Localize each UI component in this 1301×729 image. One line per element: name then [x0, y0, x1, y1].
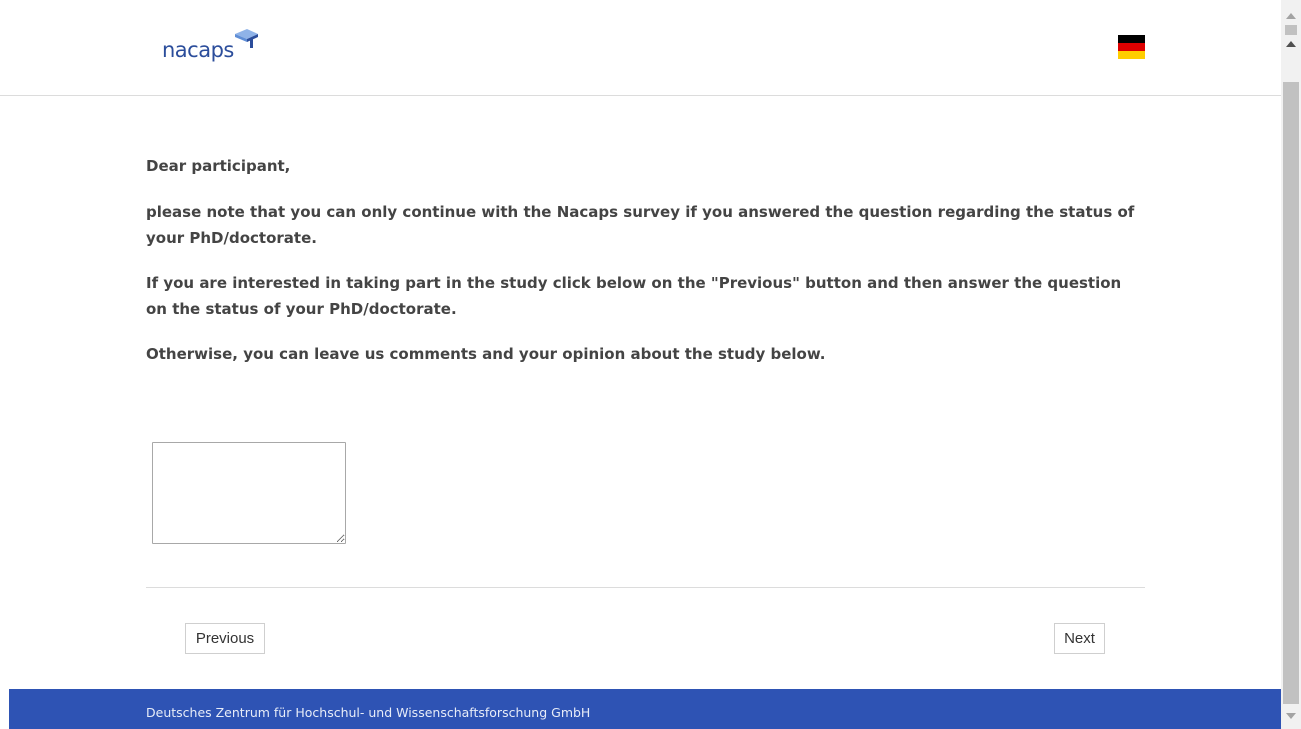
paragraph-previous-instruction: If you are interested in taking part in … [146, 274, 1122, 318]
greeting-text: Dear participant, [146, 157, 291, 175]
next-button[interactable]: Next [1054, 623, 1105, 654]
page-header: nacaps [0, 0, 1281, 96]
comments-textarea[interactable] [152, 442, 346, 544]
viewport: nacaps Dear participant, please note tha… [0, 0, 1301, 729]
scroll-up-arrow-icon[interactable] [1286, 41, 1296, 47]
paragraph-comments-invite: Otherwise, you can leave us comments and… [146, 345, 826, 363]
scroll-mini-thumb[interactable] [1285, 25, 1297, 35]
german-flag-icon[interactable] [1118, 35, 1145, 59]
vertical-scrollbar[interactable] [1281, 0, 1301, 729]
nacaps-logo: nacaps [162, 26, 259, 61]
scroll-thumb[interactable] [1283, 82, 1299, 704]
footer-text: Deutsches Zentrum für Hochschul- und Wis… [146, 705, 591, 720]
scroll-down-arrow-icon[interactable] [1286, 713, 1296, 719]
scroll-up-arrow-icon[interactable] [1286, 13, 1296, 19]
paragraph-continue-note: please note that you can only continue w… [146, 203, 1135, 247]
divider [146, 587, 1145, 588]
survey-page: nacaps Dear participant, please note tha… [0, 0, 1281, 729]
survey-message: Dear participant, please note that you c… [146, 153, 1146, 387]
page-footer: Deutsches Zentrum für Hochschul- und Wis… [9, 689, 1281, 729]
previous-button[interactable]: Previous [185, 623, 265, 654]
graduation-cap-icon [234, 29, 258, 48]
logo-text: nacaps [162, 38, 234, 62]
